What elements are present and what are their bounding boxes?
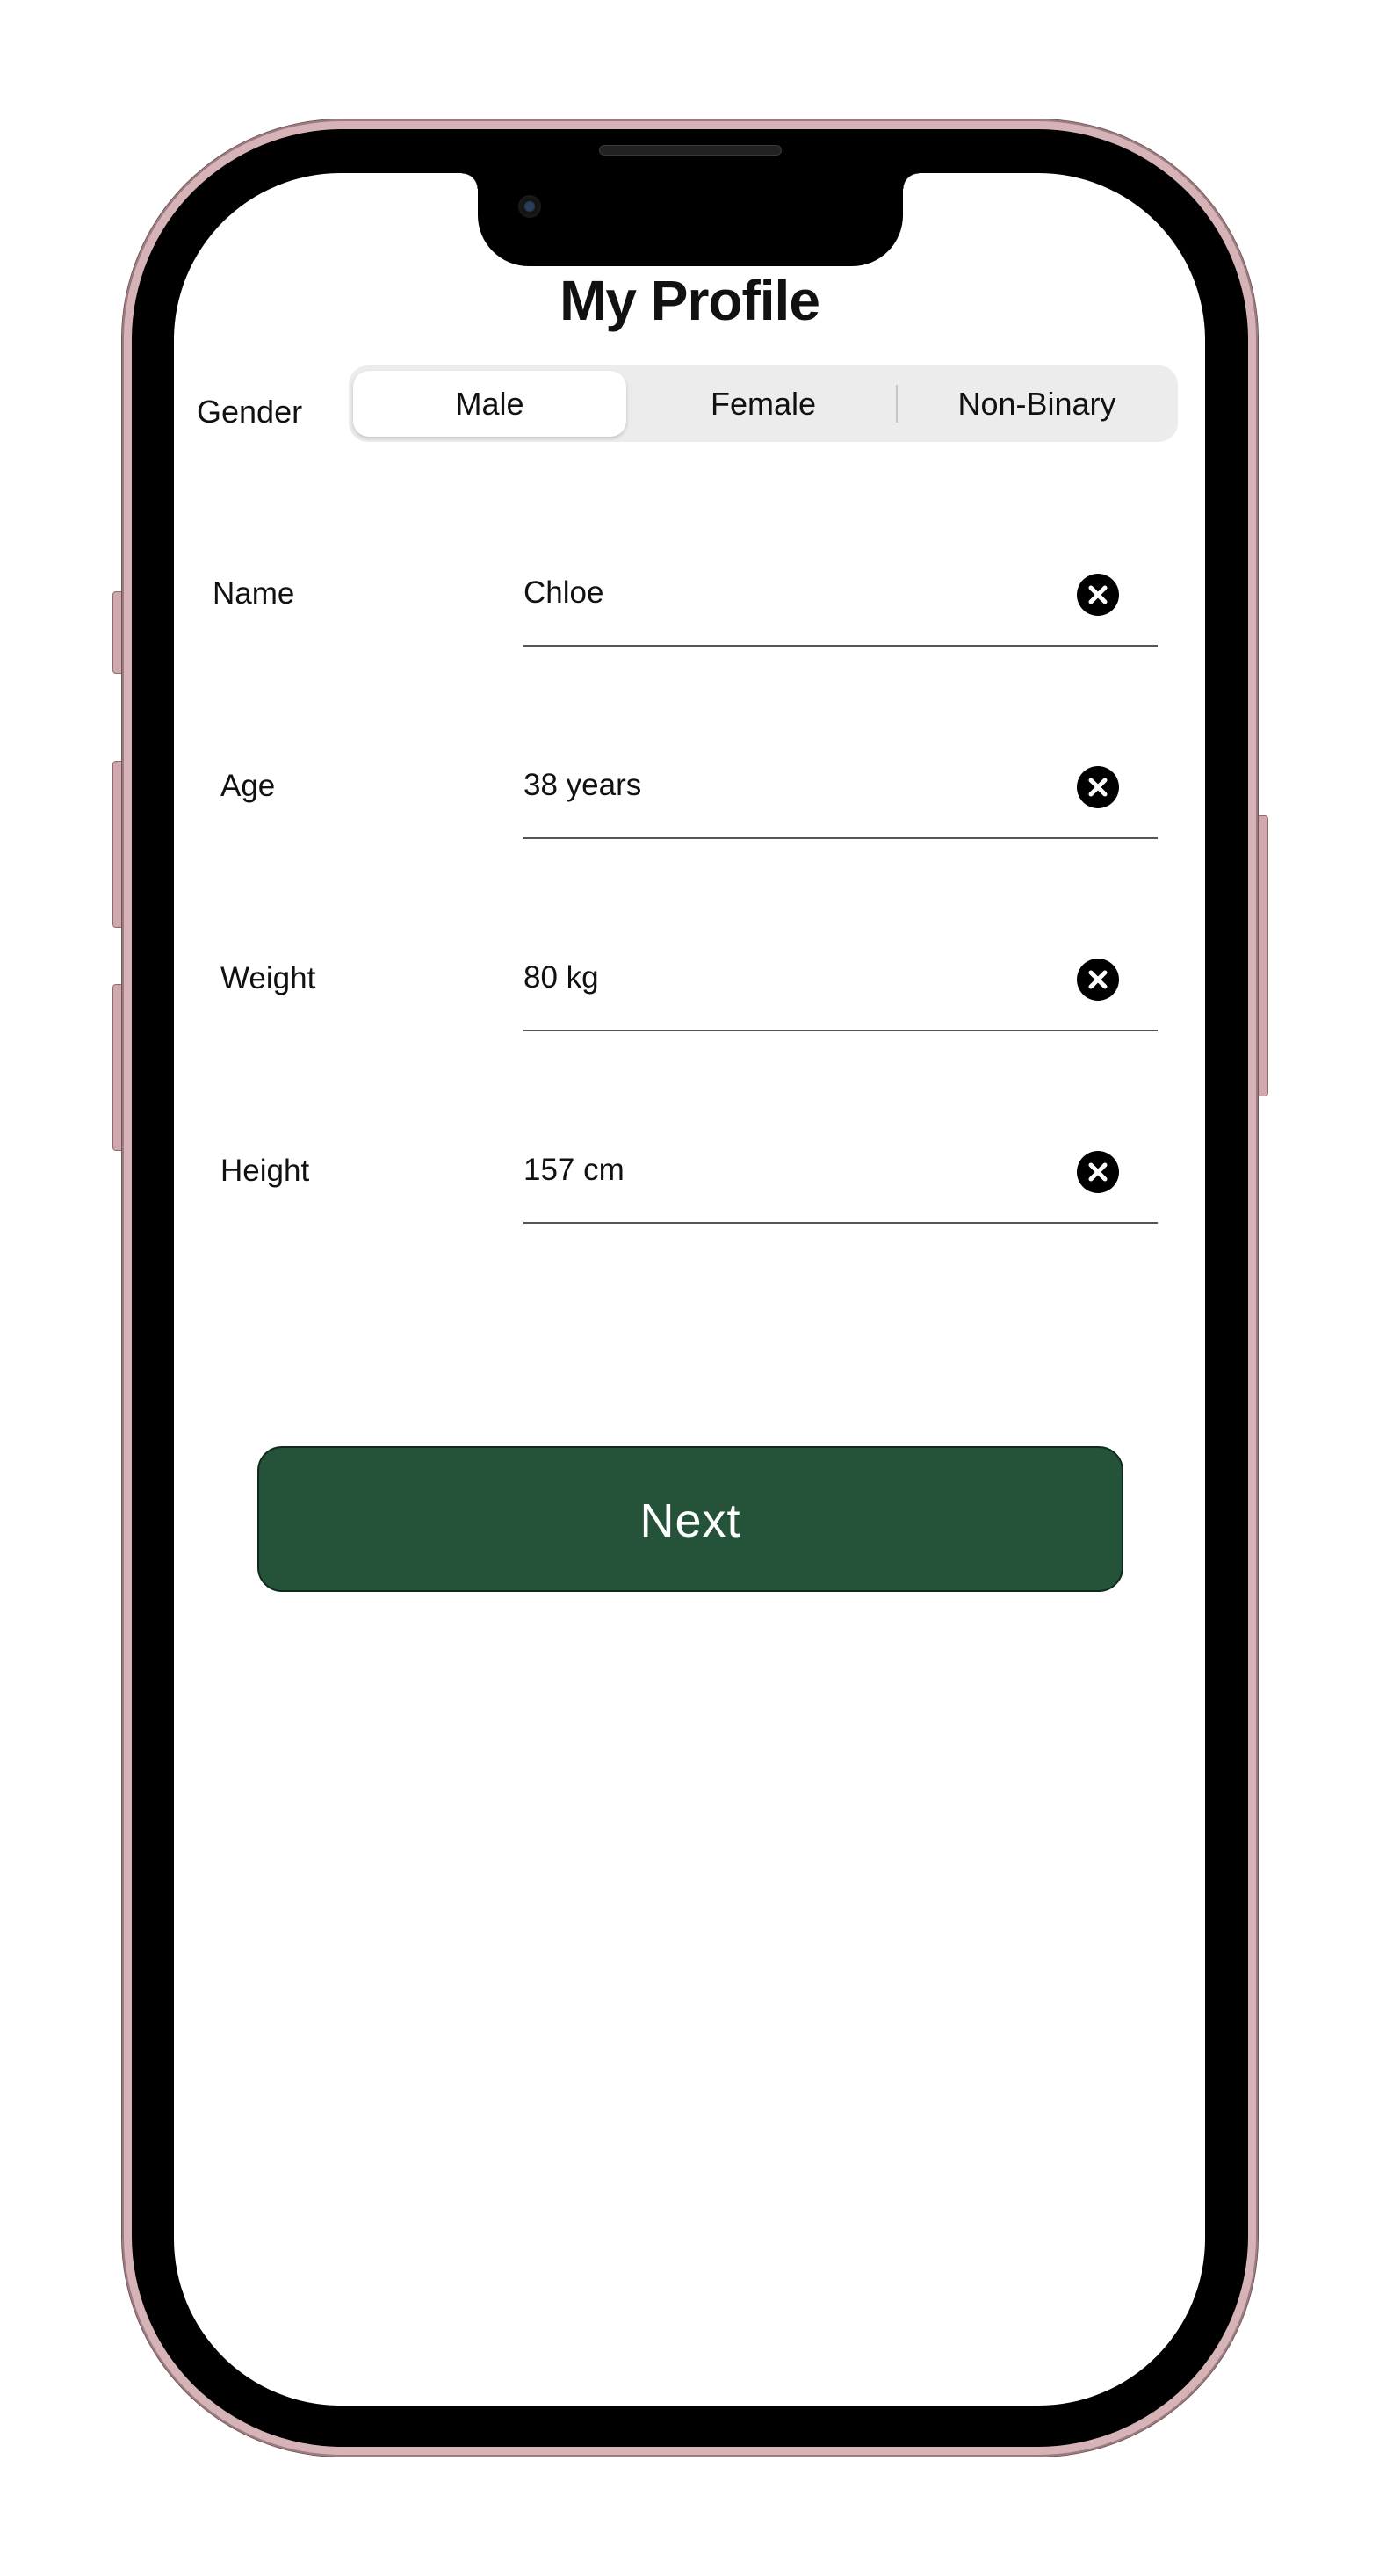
name-label: Name <box>213 576 295 611</box>
segment-divider <box>896 385 898 423</box>
front-camera-icon <box>518 195 541 218</box>
gender-segmented-control: Male Female Non-Binary <box>349 365 1178 442</box>
name-clear-button[interactable] <box>1077 574 1119 616</box>
gender-option-female[interactable]: Female <box>626 371 900 437</box>
name-underline <box>523 645 1158 647</box>
gender-option-non-binary[interactable]: Non-Binary <box>900 371 1173 437</box>
page-title: My Profile <box>560 269 820 332</box>
weight-clear-button[interactable] <box>1077 959 1119 1001</box>
power-button <box>1256 815 1268 1096</box>
weight-field[interactable] <box>523 952 1156 1004</box>
close-circle-icon <box>1088 585 1108 604</box>
age-clear-button[interactable] <box>1077 766 1119 808</box>
gender-option-male[interactable]: Male <box>353 371 626 437</box>
age-field[interactable] <box>523 759 1156 812</box>
close-circle-icon <box>1088 1162 1108 1182</box>
weight-underline <box>523 1030 1158 1031</box>
phone-screen <box>174 173 1205 2406</box>
age-label: Age <box>220 769 276 803</box>
height-label: Height <box>220 1154 310 1188</box>
age-underline <box>523 837 1158 839</box>
gender-label: Gender <box>197 394 303 430</box>
close-circle-icon <box>1088 970 1108 989</box>
height-field[interactable] <box>523 1144 1156 1197</box>
height-clear-button[interactable] <box>1077 1151 1119 1193</box>
name-field[interactable] <box>523 567 1156 619</box>
speaker-grille <box>599 145 782 156</box>
notch <box>462 173 919 266</box>
weight-label: Weight <box>220 961 316 995</box>
height-underline <box>523 1222 1158 1224</box>
next-button[interactable]: Next <box>257 1446 1123 1592</box>
close-circle-icon <box>1088 778 1108 797</box>
